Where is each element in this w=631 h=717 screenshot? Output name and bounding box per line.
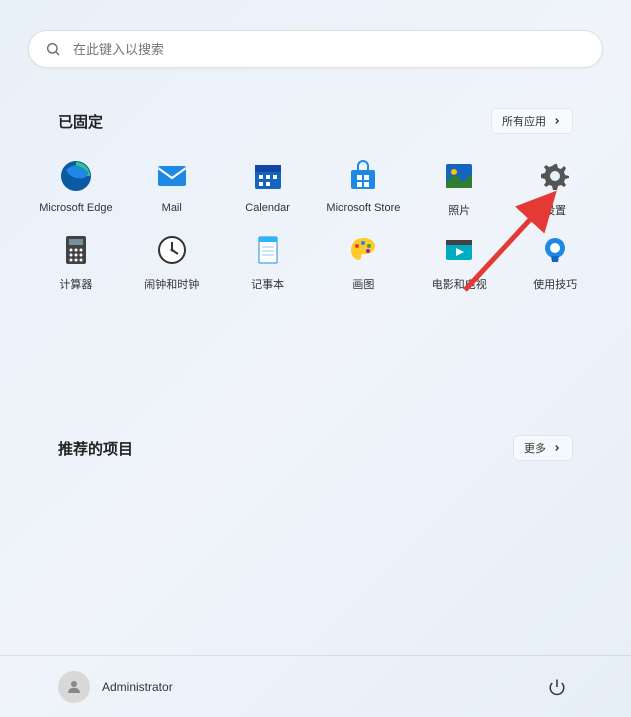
app-tile-tips[interactable]: 使用技巧 (507, 228, 603, 298)
calculator-icon (60, 234, 92, 266)
app-label: Microsoft Store (326, 202, 400, 214)
app-label: 闹钟和时钟 (144, 276, 199, 292)
notepad-icon (252, 234, 284, 266)
edge-icon (60, 160, 92, 192)
app-label: 使用技巧 (533, 276, 577, 292)
all-apps-button[interactable]: 所有应用 (491, 108, 573, 134)
search-container (28, 30, 603, 68)
movies-icon (443, 234, 475, 266)
search-box[interactable] (28, 30, 603, 68)
pinned-header: 已固定 所有应用 (58, 108, 573, 134)
app-label: 画图 (352, 276, 374, 292)
mail-icon (156, 160, 188, 192)
user-account-button[interactable]: Administrator (58, 671, 173, 703)
start-menu-panel: 已固定 所有应用 Microsoft Edge Mail Calendar (0, 0, 631, 717)
app-tile-settings[interactable]: 设置 (507, 154, 603, 224)
recommended-title: 推荐的项目 (58, 438, 133, 459)
app-tile-movies[interactable]: 电影和电视 (411, 228, 507, 298)
search-icon (45, 41, 61, 57)
chevron-right-icon (552, 443, 562, 453)
store-icon (347, 160, 379, 192)
calendar-icon (252, 160, 284, 192)
username: Administrator (102, 680, 173, 694)
app-label: 记事本 (251, 276, 284, 292)
power-icon (548, 678, 566, 696)
app-tile-paint[interactable]: 画图 (316, 228, 412, 298)
all-apps-label: 所有应用 (502, 113, 546, 129)
pinned-apps-grid: Microsoft Edge Mail Calendar Microsoft S… (28, 154, 603, 298)
chevron-right-icon (552, 116, 562, 126)
app-label: 设置 (544, 202, 566, 218)
app-label: 电影和电视 (432, 276, 487, 292)
app-tile-calculator[interactable]: 计算器 (28, 228, 124, 298)
more-label: 更多 (524, 440, 546, 456)
app-tile-clock[interactable]: 闹钟和时钟 (124, 228, 220, 298)
pinned-title: 已固定 (58, 111, 103, 132)
recommended-section: 推荐的项目 更多 (28, 423, 603, 481)
app-label: Calendar (245, 202, 290, 214)
avatar (58, 671, 90, 703)
app-tile-notepad[interactable]: 记事本 (220, 228, 316, 298)
more-button[interactable]: 更多 (513, 435, 573, 461)
app-label: 计算器 (59, 276, 92, 292)
app-tile-calendar[interactable]: Calendar (220, 154, 316, 224)
app-tile-photos[interactable]: 照片 (411, 154, 507, 224)
power-button[interactable] (541, 671, 573, 703)
bottom-bar: Administrator (0, 655, 631, 717)
paint-icon (347, 234, 379, 266)
app-label: Microsoft Edge (39, 202, 112, 214)
tips-icon (539, 234, 571, 266)
settings-icon (539, 160, 571, 192)
app-tile-edge[interactable]: Microsoft Edge (28, 154, 124, 224)
clock-icon (156, 234, 188, 266)
app-tile-mail[interactable]: Mail (124, 154, 220, 224)
recommended-header: 推荐的项目 更多 (58, 435, 573, 461)
photos-icon (443, 160, 475, 192)
search-input[interactable] (73, 42, 586, 57)
app-label: Mail (162, 202, 182, 214)
app-label: 照片 (448, 202, 470, 218)
app-tile-store[interactable]: Microsoft Store (316, 154, 412, 224)
user-icon (65, 678, 83, 696)
